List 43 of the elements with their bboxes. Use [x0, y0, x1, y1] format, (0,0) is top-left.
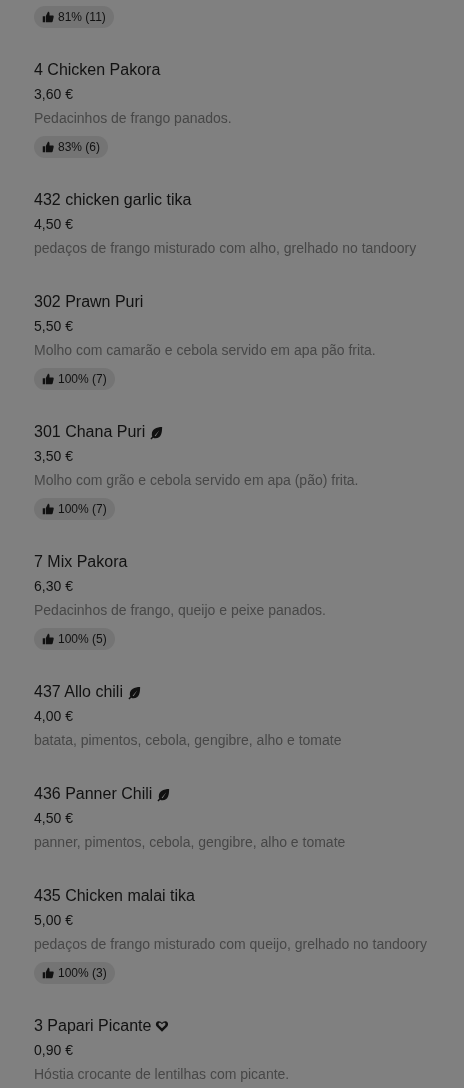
price: 4,00 €	[34, 707, 74, 726]
thumbs-up-icon	[42, 11, 54, 23]
price: 4,50 €	[34, 809, 74, 828]
price: 0,90 €	[34, 1041, 74, 1060]
dish-name[interactable]: 436 Panner Chili	[34, 785, 153, 803]
rating-badge: 100% (7)	[34, 368, 115, 390]
dish-name[interactable]: 7 Mix Pakora	[34, 553, 128, 571]
rating-badge: 81% (11)	[34, 6, 114, 28]
heart-icon	[155, 1019, 170, 1033]
price: 4,50 €	[34, 215, 74, 234]
dish-name[interactable]: 435 Chicken malai tika	[34, 887, 195, 905]
dish-name[interactable]: 437 Allo chili	[34, 683, 123, 701]
dish-description: pedaços de frango misturado com queijo, grelhado no tandoory	[34, 935, 429, 954]
rating-badge: 83% (6)	[34, 136, 109, 158]
dish-description: Pedacinhos de frango, queijo e peixe panados.	[34, 601, 327, 620]
dish-name[interactable]: 3 Papari Picante	[34, 1017, 152, 1035]
dish-description: pedaços de frango misturado com alho, grelhado no tandoory	[34, 239, 418, 258]
rating-badge: 100% (5)	[34, 628, 115, 650]
dish-name[interactable]: 4 Chicken Pakora	[34, 61, 161, 79]
rating-badge: 100% (3)	[34, 962, 115, 984]
dish-name[interactable]: 432 chicken garlic tika	[34, 191, 192, 209]
leaf-icon	[156, 786, 172, 802]
thumbs-up-icon	[42, 373, 54, 385]
dish-description: Molho com grão e cebola servido em apa (pão) frita.	[34, 471, 360, 490]
thumbs-up-icon	[42, 967, 54, 979]
price: 6,30 €	[34, 577, 74, 596]
thumbs-up-icon	[42, 633, 54, 645]
dish-description: Pedacinhos de frango panados.	[34, 109, 233, 128]
rating-badge: 100% (7)	[34, 498, 115, 520]
leaf-icon	[149, 424, 165, 440]
price: 3,60 €	[34, 85, 74, 104]
price: 3,50 €	[34, 447, 74, 466]
dish-name[interactable]: 302 Prawn Puri	[34, 293, 144, 311]
dish-description: batata, pimentos, cebola, gengibre, alho e tomate	[34, 731, 343, 750]
dish-name[interactable]: 301 Chana Puri	[34, 423, 146, 441]
price: 5,50 €	[34, 317, 74, 336]
leaf-icon	[126, 684, 142, 700]
thumbs-up-icon	[42, 503, 54, 515]
thumbs-up-icon	[42, 141, 54, 153]
dish-description: Hóstia crocante de lentilhas com picante.	[34, 1065, 291, 1084]
dish-description: panner, pimentos, cebola, gengibre, alho e tomate	[34, 833, 347, 852]
dish-description: Molho com camarão e cebola servido em apa pão frita.	[34, 341, 377, 360]
price: 5,00 €	[34, 911, 74, 930]
